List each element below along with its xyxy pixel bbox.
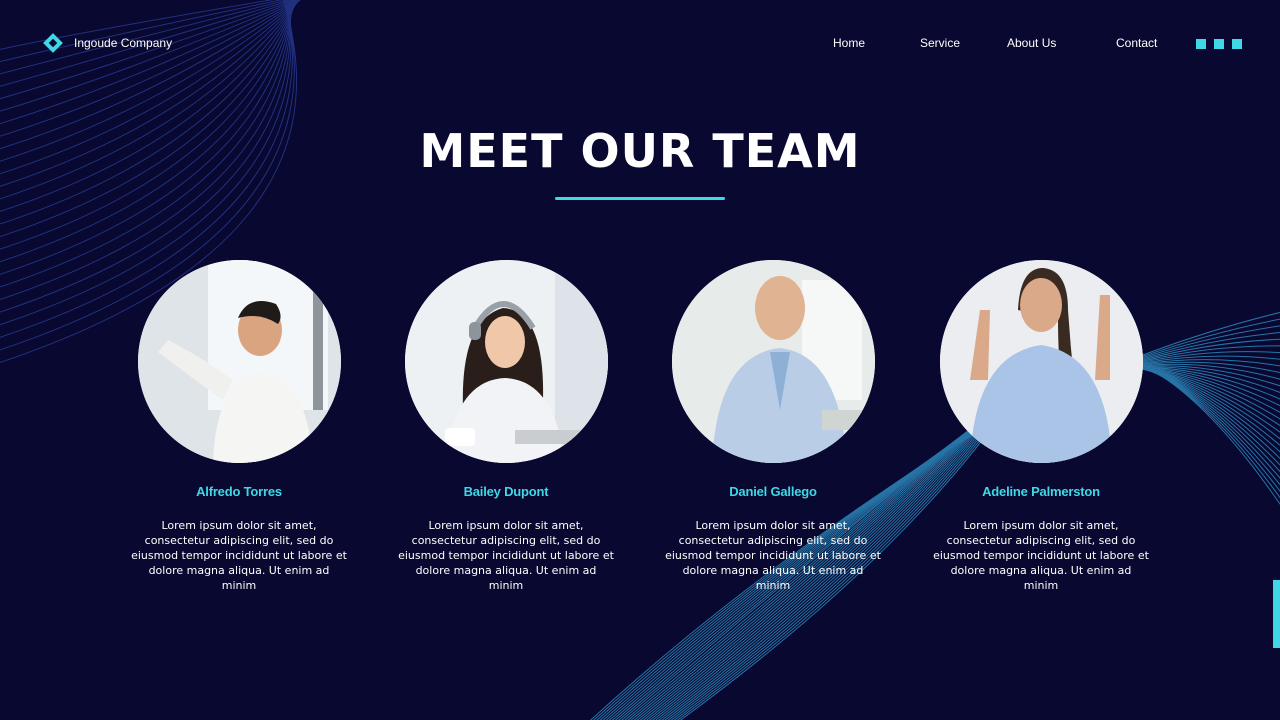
avatar xyxy=(671,260,875,463)
member-description: Lorem ipsum dolor sit amet, consectetur … xyxy=(131,519,347,592)
wave-line xyxy=(0,0,300,125)
scroll-handle[interactable] xyxy=(1273,580,1280,648)
main-nav: Home Service About Us Contact xyxy=(0,36,1280,52)
avatar xyxy=(137,260,341,463)
member-name: Bailey Dupont xyxy=(463,484,549,499)
team-member-card: Alfredo Torres Lorem ipsum dolor sit ame… xyxy=(124,260,354,593)
member-name: Adeline Palmerston xyxy=(982,484,1100,499)
team-member-card: Adeline Palmerston Lorem ipsum dolor sit… xyxy=(926,260,1156,593)
nav-contact-link[interactable]: Contact xyxy=(1116,36,1157,50)
member-name: Alfredo Torres xyxy=(196,484,282,499)
member-description: Lorem ipsum dolor sit amet, consectetur … xyxy=(933,519,1149,592)
member-description: Lorem ipsum dolor sit amet, consectetur … xyxy=(398,519,614,592)
menu-dot xyxy=(1232,39,1242,49)
team-member-card: Daniel Gallego Lorem ipsum dolor sit ame… xyxy=(658,260,888,593)
avatar xyxy=(939,260,1143,463)
nav-service-link[interactable]: Service xyxy=(920,36,960,50)
wave-line xyxy=(0,0,301,137)
member-description: Lorem ipsum dolor sit amet, consectetur … xyxy=(665,519,881,592)
wave-line xyxy=(0,0,299,112)
menu-dots-icon[interactable] xyxy=(1196,39,1242,49)
member-name: Daniel Gallego xyxy=(729,484,817,499)
menu-dot xyxy=(1196,39,1206,49)
page-title: MEET OUR TEAM xyxy=(419,124,861,178)
title-underline xyxy=(555,197,725,200)
menu-dot xyxy=(1214,39,1224,49)
avatar xyxy=(404,260,608,463)
nav-home-link[interactable]: Home xyxy=(833,36,865,50)
nav-about-link[interactable]: About Us xyxy=(1007,36,1056,50)
team-member-card: Bailey Dupont Lorem ipsum dolor sit amet… xyxy=(391,260,621,593)
